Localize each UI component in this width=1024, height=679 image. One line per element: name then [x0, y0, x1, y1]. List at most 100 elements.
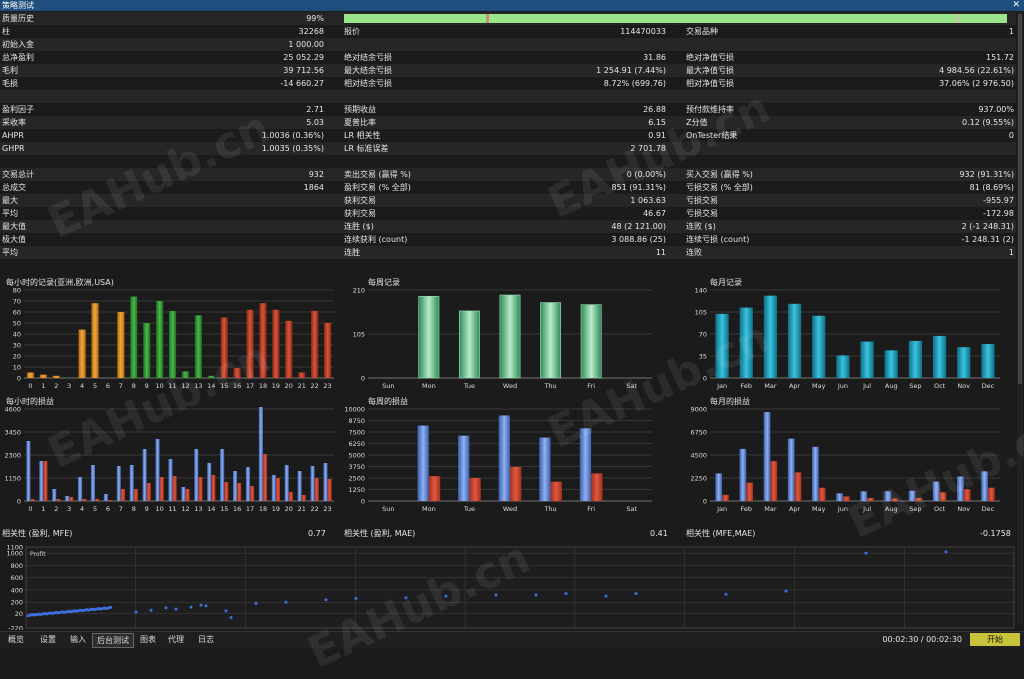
window-title: 策略测试	[2, 1, 34, 10]
bar-loss	[288, 492, 293, 501]
x-tick-label: 15	[220, 382, 228, 390]
vertical-scrollbar[interactable]	[1017, 12, 1023, 624]
bar-profit	[884, 491, 892, 501]
stat-value: 1	[1008, 248, 1014, 257]
scatter-point	[229, 616, 233, 620]
bar	[52, 375, 60, 378]
x-tick-label: 17	[246, 382, 254, 390]
x-tick-label: Tue	[463, 382, 475, 390]
bottom-tab[interactable]: 日志	[194, 633, 218, 646]
bar	[580, 304, 602, 379]
start-button[interactable]: 开始	[970, 633, 1020, 646]
y-tick-label: 70	[699, 331, 707, 339]
stat-value: 932 (91.31%)	[959, 170, 1014, 179]
y-tick-label: 6750	[690, 429, 707, 437]
bar-profit	[52, 489, 57, 501]
x-tick-label: May	[812, 382, 826, 390]
chart-profit-scatter: -220 20 200 400 600 800 1000 1100 Profit	[0, 541, 1016, 633]
bar-profit	[245, 467, 251, 501]
bottom-tab[interactable]: 图表	[136, 633, 160, 646]
x-tick-label: Fri	[587, 505, 595, 513]
bar-loss	[842, 496, 850, 501]
x-tick-label: Nov	[957, 505, 970, 513]
stat-label: 最大结余亏损	[344, 66, 392, 75]
bar	[418, 295, 440, 379]
bar	[233, 368, 241, 378]
bottom-tab[interactable]: 输入	[66, 633, 90, 646]
bottom-tab[interactable]: 代理	[164, 633, 188, 646]
stats-row: 毛损 -14 660.27 相对结余亏损 8.72% (699.76) 相对净值亏损 37…	[0, 77, 1016, 90]
bottom-tab[interactable]: 概览	[4, 633, 28, 646]
y-tick-label: 10	[13, 364, 21, 372]
scrollbar-thumb[interactable]	[1018, 14, 1022, 384]
y-tick-label: 20	[13, 353, 21, 361]
bar-profit	[787, 438, 795, 501]
bar-loss	[95, 499, 100, 501]
y-tick-label: 60	[13, 309, 21, 317]
stat-label: 报价	[344, 27, 360, 36]
y-tick-label: 9000	[690, 406, 707, 414]
bar-loss	[510, 466, 522, 501]
bar-loss	[107, 500, 113, 501]
bar-loss	[770, 461, 778, 501]
bar-loss	[275, 478, 281, 501]
bar-loss	[198, 477, 203, 501]
stat-label: 亏损交易	[686, 209, 718, 218]
bar	[181, 371, 190, 378]
stat-label: 最大值	[2, 222, 26, 231]
bar	[130, 296, 138, 378]
x-tick-label: 19	[272, 382, 280, 390]
bar-profit	[310, 466, 315, 501]
x-tick-label: Dec	[982, 505, 995, 513]
x-tick-label: 17	[246, 505, 254, 513]
scatter-point	[784, 589, 788, 593]
chart-title: 每小时的损益	[6, 397, 54, 406]
stat-value: 8.72% (699.76)	[603, 79, 666, 88]
x-tick-label: 7	[119, 505, 123, 513]
stat-value: 11	[655, 248, 666, 257]
x-tick-label: 19	[272, 505, 280, 513]
bar	[194, 315, 202, 378]
stat-label: 盈利因子	[2, 105, 34, 114]
bar-loss	[237, 483, 242, 501]
x-tick-label: Fri	[587, 382, 595, 390]
plot-area	[25, 546, 1015, 629]
stats-row: 总净盈利 25 052.29 绝对结余亏损 31.86 绝对净值亏损 151.72	[0, 51, 1016, 64]
x-tick-label: 12	[181, 505, 189, 513]
stats-row: 盈利因子 2.71 预期收益 26.88 预付款维持率 937.00%	[0, 103, 1016, 116]
bar-loss	[722, 494, 729, 501]
stat-label: 平均	[2, 209, 18, 218]
close-icon[interactable]: ✕	[1012, 0, 1020, 11]
stat-label: 买入交易 (赢得 %)	[686, 170, 753, 179]
bar-loss	[794, 472, 802, 501]
stat-label: 毛利	[2, 66, 18, 75]
bar	[311, 310, 319, 378]
x-tick-label: 9	[145, 505, 149, 513]
bar	[272, 309, 280, 378]
y-tick-label: 5000	[348, 452, 365, 460]
bar-loss	[146, 483, 151, 501]
bar-profit	[103, 494, 108, 501]
x-tick-label: 20	[285, 505, 293, 513]
stats-row: 平均 连胜 11 连败 1	[0, 246, 1016, 259]
stats-row	[0, 90, 1016, 103]
x-tick-label: 3	[67, 505, 71, 513]
x-tick-label: May	[812, 505, 826, 513]
bar-profit	[258, 407, 263, 501]
bar-profit	[908, 490, 916, 501]
bottom-tab[interactable]: 设置	[36, 633, 60, 646]
bottom-tab[interactable]: 后台测试	[92, 633, 134, 648]
y-tick-label: 200	[11, 599, 23, 607]
bar-profit	[194, 449, 199, 501]
stat-label: 绝对净值亏损	[686, 53, 734, 62]
bar-loss	[327, 479, 332, 501]
stat-label: 盈利交易 (% 全部)	[344, 183, 411, 192]
stats-row: 交易总计 932 卖出交易 (赢得 %) 0 (0.00%) 买入交易 (赢得 %) 93…	[0, 168, 1016, 181]
bar-loss	[224, 482, 229, 501]
x-tick-label: 18	[259, 382, 267, 390]
x-tick-label: 14	[207, 505, 215, 513]
bar-loss	[550, 481, 562, 501]
stat-value: 937.00%	[978, 105, 1014, 114]
stat-value: 1864	[303, 183, 324, 192]
stat-value: 37.06% (2 976.50)	[939, 79, 1014, 88]
